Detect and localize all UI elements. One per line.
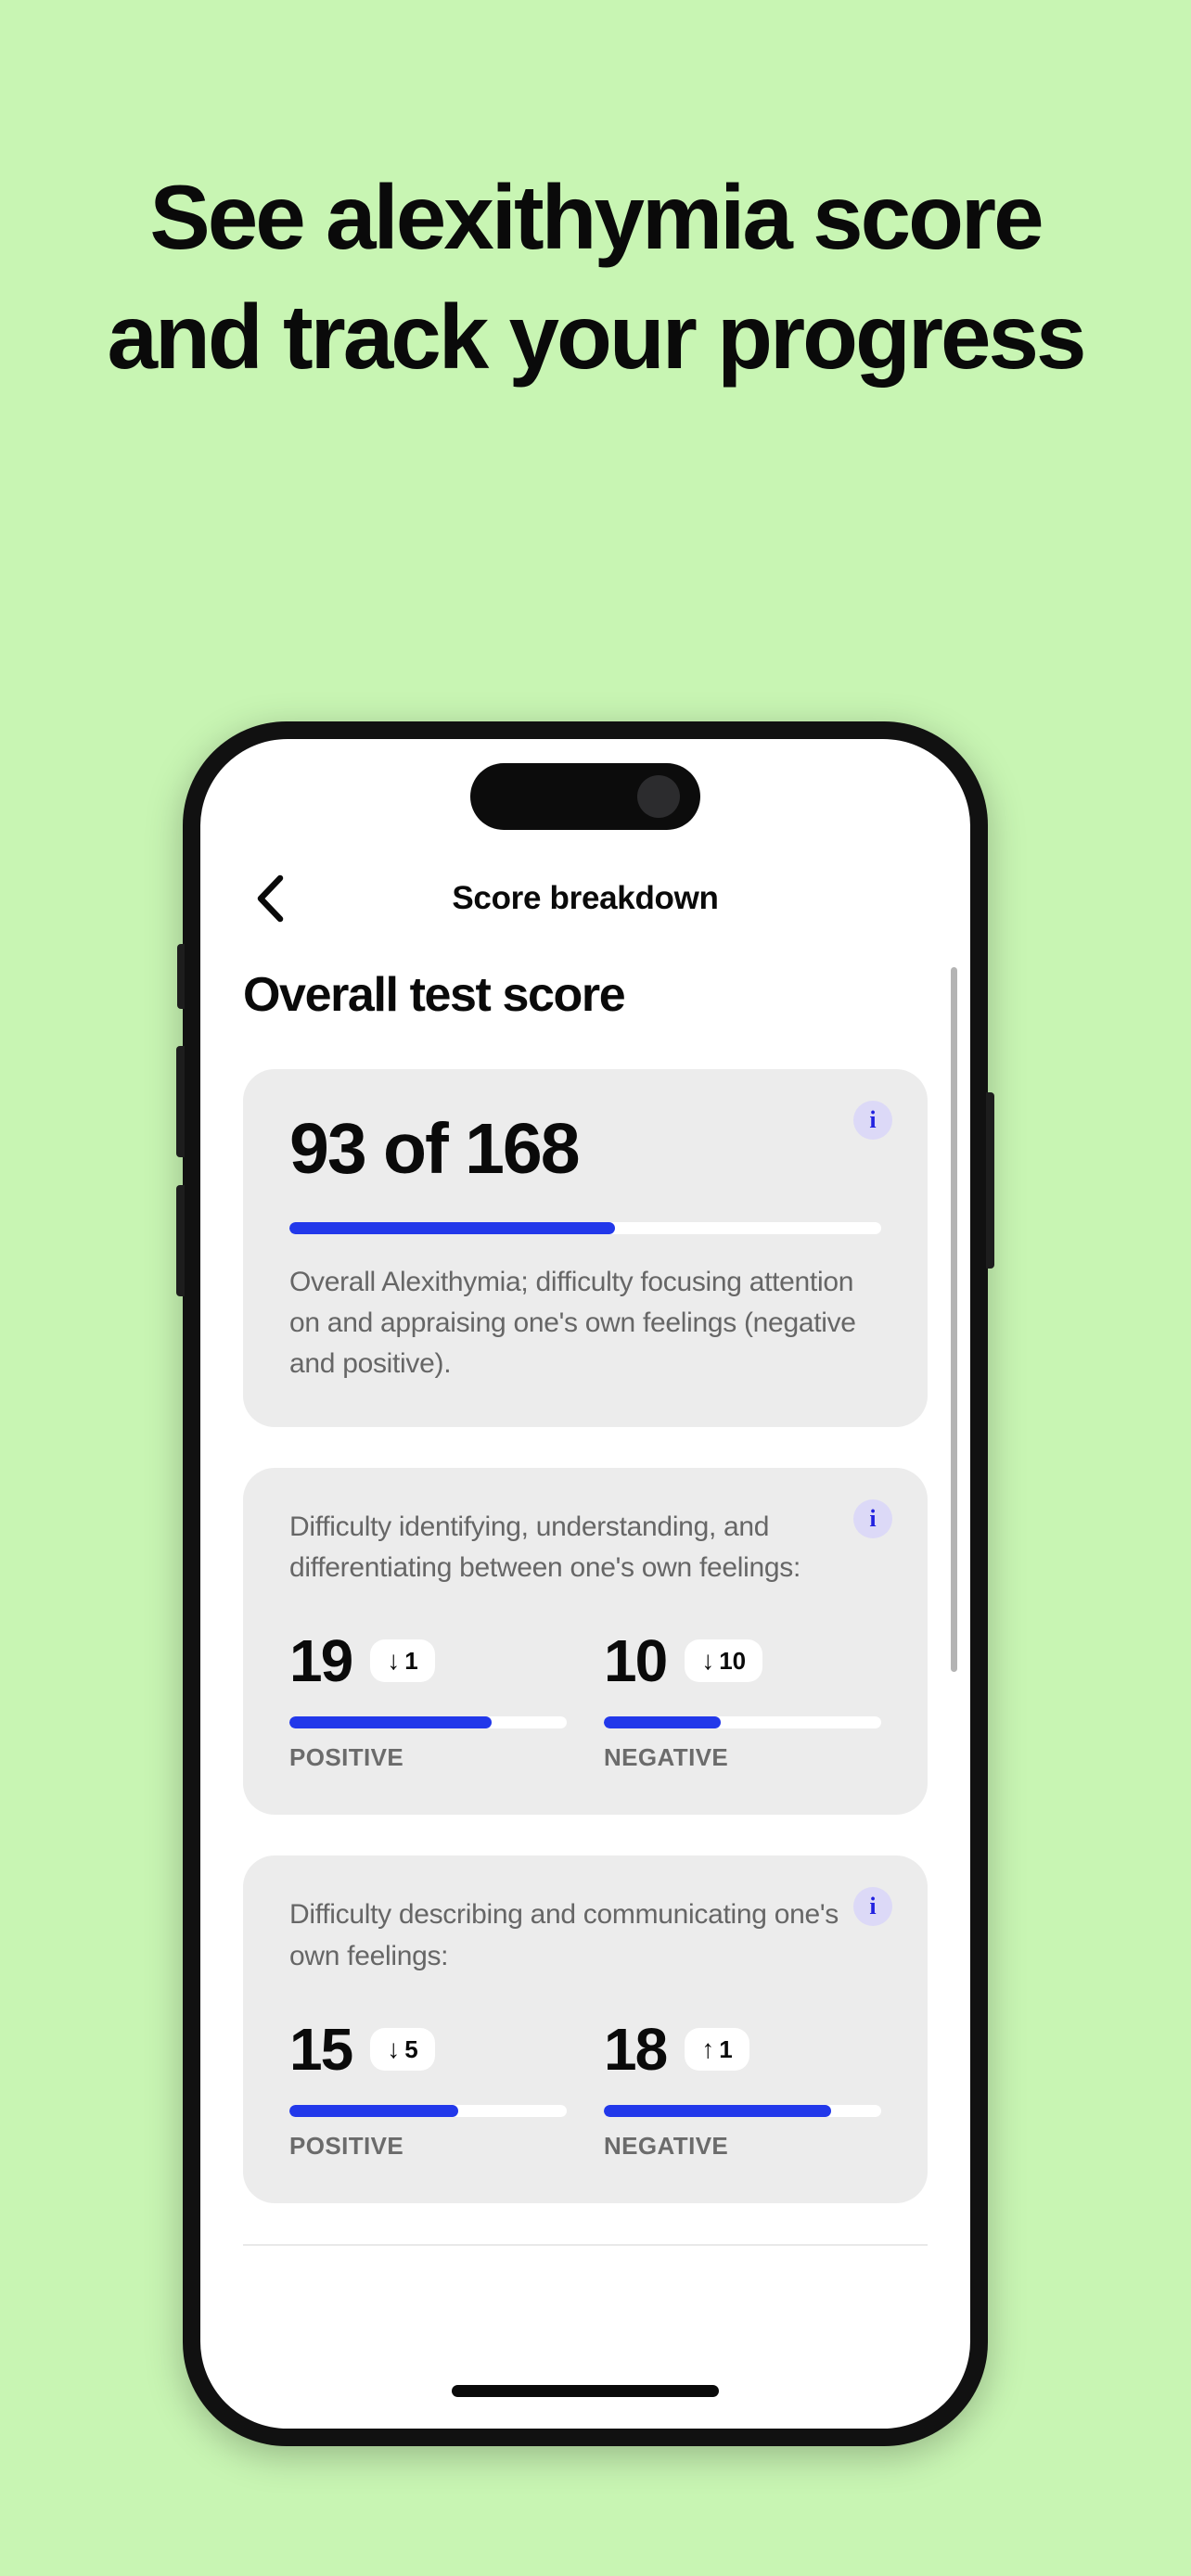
overall-score-value: 93 of 168 <box>289 1109 581 1189</box>
metric-progress-track <box>289 2104 567 2117</box>
arrow-down-icon: ↓ <box>387 2034 401 2063</box>
front-camera-icon <box>637 775 680 818</box>
metrics-row: 15 ↓ 5 POSITIVE 18 ↑ 1 NEGATIVE <box>289 2020 881 2161</box>
home-indicator[interactable] <box>452 2385 719 2397</box>
info-icon[interactable]: i <box>853 1101 892 1140</box>
info-icon[interactable]: i <box>853 1499 892 1539</box>
content-scroll-area: Overall test score i 93 of 168 Overall A… <box>200 950 970 2429</box>
metric-label: NEGATIVE <box>604 1743 729 1772</box>
delta-badge: ↓ 10 <box>685 1639 763 1683</box>
metric-progress-track <box>604 1716 881 1729</box>
page-title: Overall test score <box>243 968 626 1022</box>
describing-description: Difficulty describing and communicating … <box>289 1899 839 1971</box>
metric-header: 15 ↓ 5 <box>289 2020 567 2079</box>
delta-value: 10 <box>719 1647 747 1676</box>
metric-positive: 15 ↓ 5 POSITIVE <box>289 2020 567 2161</box>
metric-header: 18 ↑ 1 <box>604 2020 881 2079</box>
back-button[interactable] <box>243 872 297 925</box>
dynamic-island <box>470 763 700 830</box>
metric-label: POSITIVE <box>289 2131 404 2160</box>
metric-progress-fill <box>604 2104 832 2117</box>
metric-negative: 10 ↓ 10 NEGATIVE <box>604 1631 881 1772</box>
delta-badge: ↓ 5 <box>370 2027 435 2071</box>
arrow-up-icon: ↑ <box>701 2034 715 2063</box>
nav-title: Score breakdown <box>452 880 719 916</box>
metric-progress-track <box>289 1716 567 1729</box>
chevron-left-icon <box>254 874 286 924</box>
describing-feelings-card: i Difficulty describing and communicatin… <box>243 1855 928 2203</box>
metric-negative: 18 ↑ 1 NEGATIVE <box>604 2020 881 2161</box>
overall-score-card: i 93 of 168 Overall Alexithymia; difficu… <box>243 1069 928 1428</box>
metric-label: POSITIVE <box>289 1743 404 1772</box>
metrics-row: 19 ↓ 1 POSITIVE 10 ↓ 10 NEGATIVE <box>289 1631 881 1772</box>
identifying-description: Difficulty identifying, understanding, a… <box>289 1511 800 1584</box>
metric-value: 15 <box>289 2015 353 2083</box>
overall-description: Overall Alexithymia; difficulty focusing… <box>289 1267 856 1380</box>
phone-volume-down-button <box>176 1185 185 1296</box>
metric-header: 10 ↓ 10 <box>604 1631 881 1690</box>
content-divider <box>243 2243 928 2246</box>
phone-mockup: Score breakdown Overall test score i 93 … <box>176 721 994 2446</box>
metric-progress-fill <box>289 2104 459 2117</box>
metric-value: 10 <box>604 1627 668 1695</box>
metric-header: 19 ↓ 1 <box>289 1631 567 1690</box>
identifying-feelings-card: i Difficulty identifying, understanding,… <box>243 1468 928 1816</box>
metric-positive: 19 ↓ 1 POSITIVE <box>289 1631 567 1772</box>
phone-screen: Score breakdown Overall test score i 93 … <box>200 739 970 2429</box>
delta-value: 5 <box>404 2034 418 2063</box>
phone-power-button <box>986 1092 994 1269</box>
delta-value: 1 <box>719 2034 733 2063</box>
metric-label: NEGATIVE <box>604 2131 729 2160</box>
scrollbar-thumb[interactable] <box>951 967 957 1672</box>
phone-volume-up-button <box>176 1046 185 1157</box>
overall-progress-fill <box>289 1222 615 1234</box>
metric-progress-fill <box>604 1716 721 1729</box>
delta-value: 1 <box>404 1647 418 1676</box>
arrow-down-icon: ↓ <box>701 1646 715 1676</box>
arrow-down-icon: ↓ <box>387 1646 401 1676</box>
navigation-bar: Score breakdown <box>200 860 970 937</box>
info-icon[interactable]: i <box>853 1887 892 1927</box>
delta-badge: ↓ 1 <box>370 1639 435 1683</box>
promo-headline: See alexithymia score and track your pro… <box>107 166 1087 389</box>
metric-value: 18 <box>604 2015 668 2083</box>
metric-progress-track <box>604 2104 881 2117</box>
metric-value: 19 <box>289 1627 353 1695</box>
delta-badge: ↑ 1 <box>685 2027 749 2071</box>
overall-progress-track <box>289 1222 881 1234</box>
metric-progress-fill <box>289 1716 493 1729</box>
